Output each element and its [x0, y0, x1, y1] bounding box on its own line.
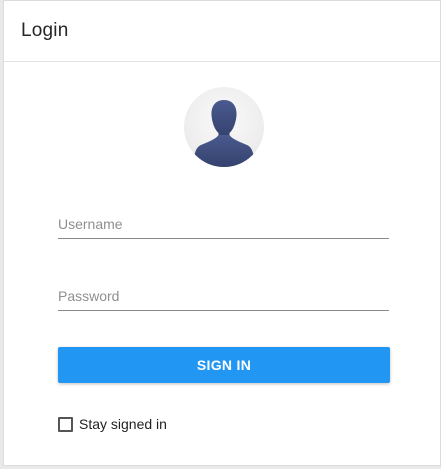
stay-signed-in-checkbox[interactable]	[58, 416, 73, 432]
stay-signed-in-option[interactable]: Stay signed in	[58, 416, 167, 432]
avatar	[184, 87, 264, 167]
username-input[interactable]	[58, 208, 389, 238]
user-silhouette-icon	[193, 100, 255, 167]
username-field	[58, 208, 389, 239]
sign-in-button[interactable]: SIGN IN	[58, 347, 390, 383]
login-card: Login SIGN IN Stay signed in	[3, 0, 441, 466]
password-field	[58, 280, 389, 311]
stay-signed-in-label: Stay signed in	[79, 416, 167, 432]
card-header: Login	[4, 1, 440, 62]
password-input[interactable]	[58, 280, 389, 310]
page-title: Login	[21, 20, 69, 41]
